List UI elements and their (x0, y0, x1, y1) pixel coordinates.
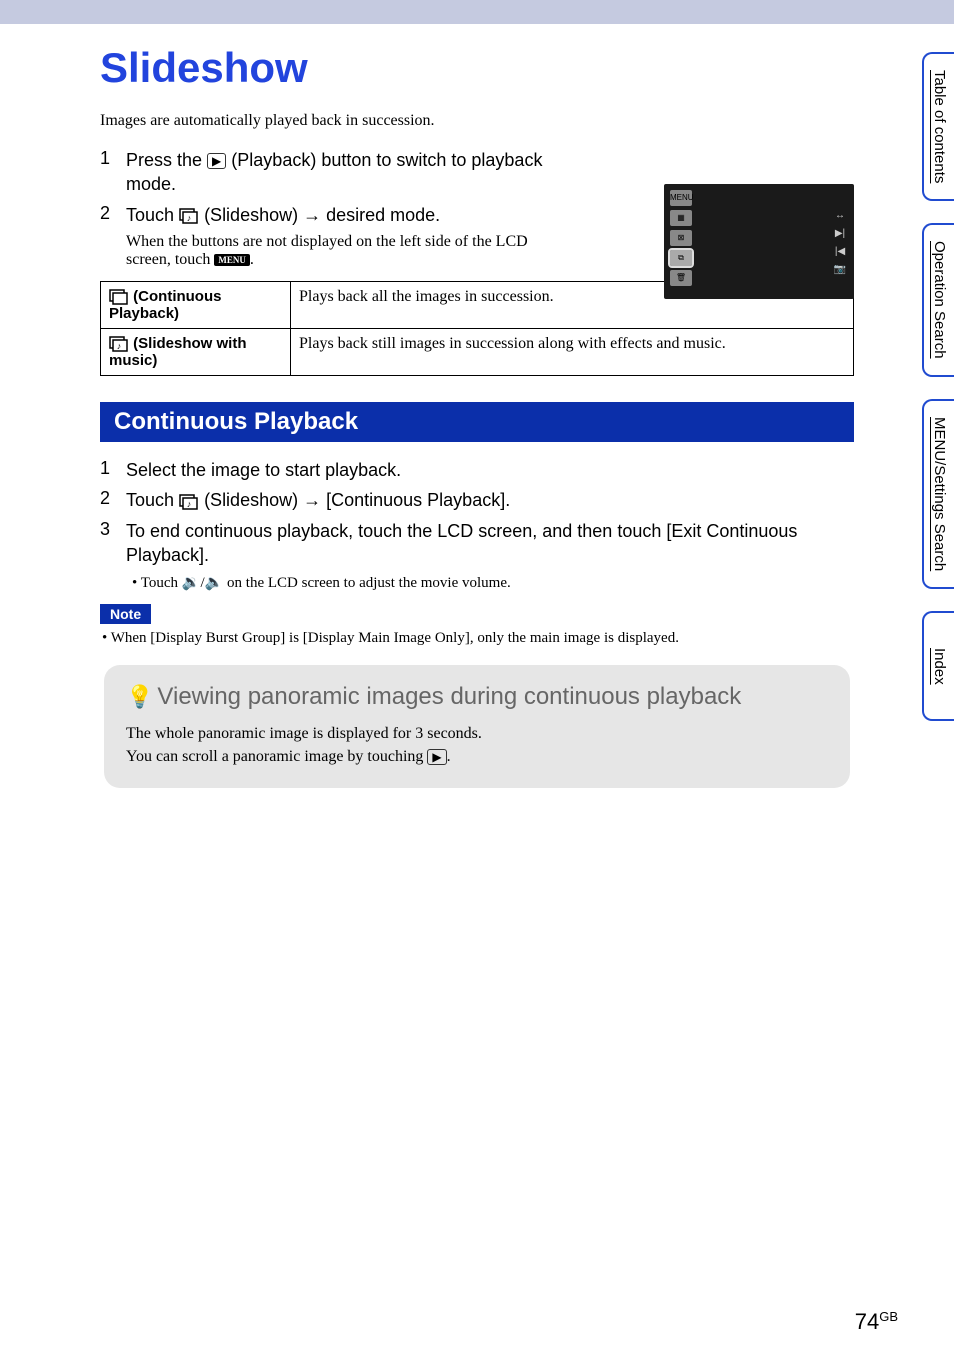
lcd-camera-icon: 📷 (832, 264, 848, 276)
step-text-after: (Slideshow) → [Continuous Playback]. (204, 490, 510, 510)
step-text: To end continuous playback, touch the LC… (126, 519, 854, 568)
lcd-menu-icon: MENU (670, 190, 692, 206)
lcd-preview: MENU ▦ ⊠ ⧉ 🗑 ↔ ▶| |◀ 📷 (664, 184, 854, 299)
step-text: Touch ♪ (Slideshow) → desired mode. (126, 203, 440, 227)
playback-button-icon: ▶ (207, 153, 226, 169)
lcd-next-icon: ▶| (832, 228, 848, 240)
step-text-before: Touch (126, 490, 179, 510)
tip-title: 💡 Viewing panoramic images during contin… (126, 683, 828, 711)
svg-text:♪: ♪ (117, 341, 122, 351)
step-1: 1 Press the ▶ (Playback) button to switc… (100, 148, 570, 197)
tip-line-2-before: You can scroll a panoramic image by touc… (126, 748, 427, 765)
tip-lightbulb-icon: 💡 (126, 683, 153, 711)
cp-steps: 1 Select the image to start playback. 2 … (100, 458, 854, 592)
mode-label: (Continuous Playback) (101, 281, 291, 328)
svg-text:♪: ♪ (187, 499, 192, 509)
lcd-calendar-icon: ▦ (670, 210, 692, 226)
mode-label-text: (Slideshow with music) (109, 335, 247, 369)
step-number: 3 (100, 519, 118, 540)
lcd-trash-icon: 🗑 (670, 270, 692, 286)
continuous-playback-icon (109, 289, 129, 305)
step-number: 1 (100, 458, 118, 479)
lcd-left-icons: MENU ▦ ⊠ ⧉ 🗑 (670, 190, 692, 286)
menu-badge-icon: MENU (214, 254, 250, 266)
step-2: 2 Touch ♪ (Slideshow) → desired mode. (100, 203, 570, 227)
cp-bullet-before: Touch (141, 575, 182, 591)
step-sub-before: When the buttons are not displayed on th… (126, 233, 528, 268)
slideshow-music-icon: ♪ (109, 336, 129, 352)
cp-bullet-after: on the LCD screen to adjust the movie vo… (223, 575, 510, 591)
lcd-prev-icon: |◀ (832, 246, 848, 258)
cp-step-3: 3 To end continuous playback, touch the … (100, 519, 854, 568)
page-content: Slideshow Images are automatically playe… (0, 24, 954, 788)
tip-line-2: You can scroll a panoramic image by touc… (126, 746, 828, 768)
main-steps: 1 Press the ▶ (Playback) button to switc… (100, 148, 570, 269)
page-number: 74GB (855, 1309, 898, 1335)
mode-label: ♪ (Slideshow with music) (101, 328, 291, 375)
slideshow-icon: ♪ (179, 208, 199, 224)
intro-text: Images are automatically played back in … (100, 112, 854, 130)
cp-step-1: 1 Select the image to start playback. (100, 458, 854, 482)
cp-step-2: 2 Touch ♪ (Slideshow) → [Continuous Play… (100, 488, 854, 512)
table-row: ♪ (Slideshow with music) Plays back stil… (101, 328, 854, 375)
step-text: Press the ▶ (Playback) button to switch … (126, 148, 570, 197)
page-title: Slideshow (100, 44, 854, 92)
volume-icons: 🔉/🔈 (182, 575, 224, 591)
step-text: Touch ♪ (Slideshow) → [Continuous Playba… (126, 488, 510, 512)
step-text-after: (Slideshow) → desired mode. (204, 205, 440, 225)
tip-line-1: The whole panoramic image is displayed f… (126, 723, 828, 745)
step-number: 2 (100, 488, 118, 509)
note-text-content: When [Display Burst Group] is [Display M… (111, 630, 679, 646)
mode-desc: Plays back still images in succession al… (291, 328, 854, 375)
tip-title-text: Viewing panoramic images during continuo… (157, 683, 741, 711)
note-text: • When [Display Burst Group] is [Display… (114, 630, 854, 647)
svg-text:♪: ♪ (187, 213, 192, 223)
section-heading-continuous-playback: Continuous Playback (100, 402, 854, 442)
lcd-right-icons: ↔ ▶| |◀ 📷 (832, 210, 848, 276)
play-scroll-icon: ▶ (427, 749, 446, 765)
step-sub-after: . (250, 251, 254, 268)
lcd-wide-icon: ↔ (832, 210, 848, 222)
step-2-sub: When the buttons are not displayed on th… (126, 233, 570, 269)
note-badge: Note (100, 604, 151, 624)
step-text-before: Touch (126, 205, 179, 225)
slideshow-icon: ♪ (179, 494, 199, 510)
step-number: 2 (100, 203, 118, 224)
step-text: Select the image to start playback. (126, 458, 401, 482)
step-text-before: Press the (126, 150, 207, 170)
step-number: 1 (100, 148, 118, 169)
tip-body: The whole panoramic image is displayed f… (126, 723, 828, 768)
top-bar (0, 0, 954, 24)
cp-bullet: • Touch 🔉/🔈 on the LCD screen to adjust … (144, 573, 854, 592)
lcd-slideshow-icon: ⧉ (670, 250, 692, 266)
tip-line-2-after: . (447, 748, 451, 765)
lcd-index-icon: ⊠ (670, 230, 692, 246)
tip-box: 💡 Viewing panoramic images during contin… (104, 665, 850, 788)
page-number-value: 74 (855, 1309, 879, 1334)
page-suffix: GB (879, 1309, 898, 1324)
